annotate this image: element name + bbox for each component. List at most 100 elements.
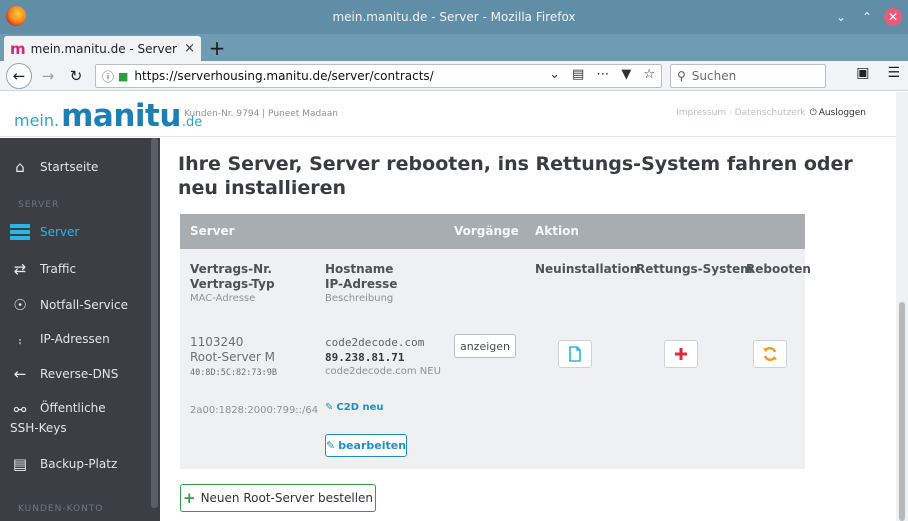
pocket-icon[interactable]: ▼: [621, 67, 631, 82]
minimize-icon[interactable]: ⌄: [832, 8, 850, 26]
label-hostname: Hostname: [325, 262, 394, 276]
row-server-info: 1103240 Root-Server M 40:8D:5C:82:73:9B: [190, 335, 277, 378]
order-root-server-button[interactable]: + Neuen Root-Server bestellen: [180, 484, 376, 512]
header-vorgaenge: Vorgänge: [454, 224, 519, 238]
customer-info: Kunden-Nr. 9794 | Puneet Madaan: [184, 109, 338, 119]
header-aktion: Aktion: [535, 224, 579, 238]
main-content: Ihre Server, Server rebooten, ins Rettun…: [160, 138, 896, 521]
subheader-host: Hostname IP-Adresse Beschreibung: [325, 262, 397, 306]
manitu-logo[interactable]: mein. manitu .de: [14, 98, 202, 134]
window-controls: ⌄ ⌃ ✕: [832, 8, 902, 26]
home-icon: ⌂: [15, 158, 25, 176]
order-button-label: Neuen Root-Server bestellen: [200, 491, 374, 505]
header-links: Impressum · Datenschutzerk ⏻ Ausloggen: [676, 108, 866, 118]
contract-number: 1103240: [190, 335, 244, 349]
label-description: Beschreibung: [325, 293, 394, 304]
sidebar-item-backup[interactable]: ▤ Backup-Platz: [10, 455, 117, 473]
key-icon: ⚯: [13, 401, 27, 419]
lifebuoy-icon: ☉: [13, 296, 27, 314]
label-rettungs-system: Rettungs-System: [636, 262, 753, 276]
sidebar-item-notfall[interactable]: ☉ Notfall-Service: [10, 296, 128, 314]
url-bar[interactable]: ⓘ ■ https://serverhousing.manitu.de/serv…: [95, 64, 662, 88]
sidebar-item-label: Startseite: [40, 160, 99, 174]
lock-icon: ■: [118, 69, 129, 83]
search-bar[interactable]: ⚲ Suchen: [670, 64, 826, 88]
sidebar-scrollbar[interactable]: [151, 138, 158, 508]
back-button[interactable]: ←: [6, 62, 32, 89]
rescue-system-button[interactable]: [664, 340, 698, 368]
dropdown-icon[interactable]: ⌄: [549, 67, 560, 82]
bookmark-star-icon[interactable]: ☆: [643, 67, 655, 82]
sidebar-item-traffic[interactable]: ⇄ Traffic: [10, 260, 76, 278]
label-vertrags-typ: Vertrags-Typ: [190, 277, 275, 291]
sidebar: ⌂ Startseite SERVER Server ⇄ Traffic ☉ N…: [0, 138, 160, 521]
firefox-logo-icon: [6, 6, 26, 26]
sidebar-item-ssh-keys-line2[interactable]: SSH-Keys: [10, 421, 67, 435]
sidebar-item-reverse-dns[interactable]: ← Reverse-DNS: [10, 365, 119, 383]
url-text[interactable]: https://serverhousing.manitu.de/server/c…: [134, 69, 433, 83]
subheader-server: Vertrags-Nr. Vertrags-Typ MAC-Adresse: [190, 262, 275, 306]
c2d-link-label: C2D neu: [336, 402, 384, 413]
hostname-value: code2decode.com: [325, 336, 425, 349]
page-scrollbar[interactable]: [896, 92, 908, 521]
sidebar-item-startseite[interactable]: ⌂ Startseite: [10, 158, 98, 176]
page-title: Ihre Server, Server rebooten, ins Rettun…: [178, 153, 853, 199]
c2d-link[interactable]: ✎ C2D neu: [325, 402, 384, 413]
label-neuinstallation: Neuinstallation: [535, 262, 639, 276]
close-window-icon[interactable]: ✕: [884, 8, 902, 26]
ipv6-range: 2a00:1828:2000:799::/64: [190, 405, 319, 416]
sidebar-item-label: SSH-Keys: [10, 421, 67, 435]
contract-type: Root-Server M: [190, 350, 276, 364]
page-scrollbar-thumb[interactable]: [899, 302, 905, 521]
maximize-icon[interactable]: ⌃: [858, 8, 876, 26]
plus-icon: +: [182, 489, 196, 507]
toolbar-right: ▣ ☰: [856, 65, 900, 81]
reboot-button[interactable]: [753, 340, 787, 368]
table-header: Server Vorgänge Aktion: [180, 214, 805, 249]
mac-address: 40:8D:5C:82:73:9B: [190, 368, 277, 378]
tab-close-icon[interactable]: ×: [184, 41, 195, 56]
url-actions: ⌄ ▤ ⋯ ▼ ☆: [549, 67, 655, 82]
label-mac: MAC-Adresse: [190, 293, 256, 304]
menu-icon[interactable]: ☰: [887, 65, 900, 81]
sitemap-icon: ⨾: [18, 330, 22, 348]
logo-manitu: manitu: [61, 98, 181, 134]
server-table: Server Vorgänge Aktion Vertrags-Nr. Vert…: [180, 214, 811, 469]
screenshot-icon[interactable]: ▣: [856, 65, 869, 81]
search-placeholder[interactable]: Suchen: [692, 69, 736, 83]
sidebar-item-server[interactable]: Server: [10, 224, 79, 240]
show-processes-button[interactable]: anzeigen: [454, 334, 516, 358]
tab-strip: m mein.manitu.de - Server × +: [0, 34, 908, 61]
forward-button[interactable]: →: [36, 64, 60, 88]
plus-icon: [675, 348, 687, 360]
ip-value: 89.238.81.71: [325, 351, 405, 364]
new-tab-button[interactable]: +: [206, 37, 228, 59]
manitu-favicon-icon: m: [10, 39, 26, 58]
tab-active[interactable]: m mein.manitu.de - Server ×: [4, 36, 201, 61]
reinstall-button[interactable]: [558, 340, 592, 368]
search-icon: ⚲: [677, 69, 686, 83]
sidebar-item-label: Öffentliche: [40, 401, 106, 415]
file-icon: [569, 346, 581, 362]
row-host-info: code2decode.com 89.238.81.71 code2decode…: [325, 335, 441, 379]
description-value: code2decode.com NEU: [325, 366, 441, 377]
info-icon[interactable]: ⓘ: [102, 68, 114, 85]
page-actions-icon[interactable]: ⋯: [596, 67, 609, 82]
navigation-bar: ← → ↻ ⓘ ■ https://serverhousing.manitu.d…: [0, 61, 908, 91]
sidebar-item-ip-adressen[interactable]: ⨾ IP-Adressen: [10, 330, 110, 348]
edit-button[interactable]: ✎ bearbeiten: [325, 434, 407, 457]
server-icon: [10, 224, 30, 240]
reload-button[interactable]: ↻: [64, 64, 88, 88]
link-icon: ✎: [325, 402, 334, 413]
sidebar-item-label: Server: [40, 225, 80, 239]
sidebar-item-label: IP-Adressen: [40, 332, 110, 346]
archive-icon: ▤: [12, 455, 28, 473]
refresh-icon: [763, 347, 777, 361]
legal-links[interactable]: Impressum · Datenschutzerk: [676, 108, 806, 118]
logout-link[interactable]: ⏻ Ausloggen: [810, 108, 866, 118]
sidebar-item-label: Reverse-DNS: [40, 367, 119, 381]
sidebar-item-ssh-keys[interactable]: ⚯ Öffentliche: [10, 401, 106, 419]
sidebar-item-label: Notfall-Service: [40, 298, 128, 312]
reader-view-icon[interactable]: ▤: [572, 67, 584, 82]
edit-icon: ✎: [325, 439, 336, 452]
